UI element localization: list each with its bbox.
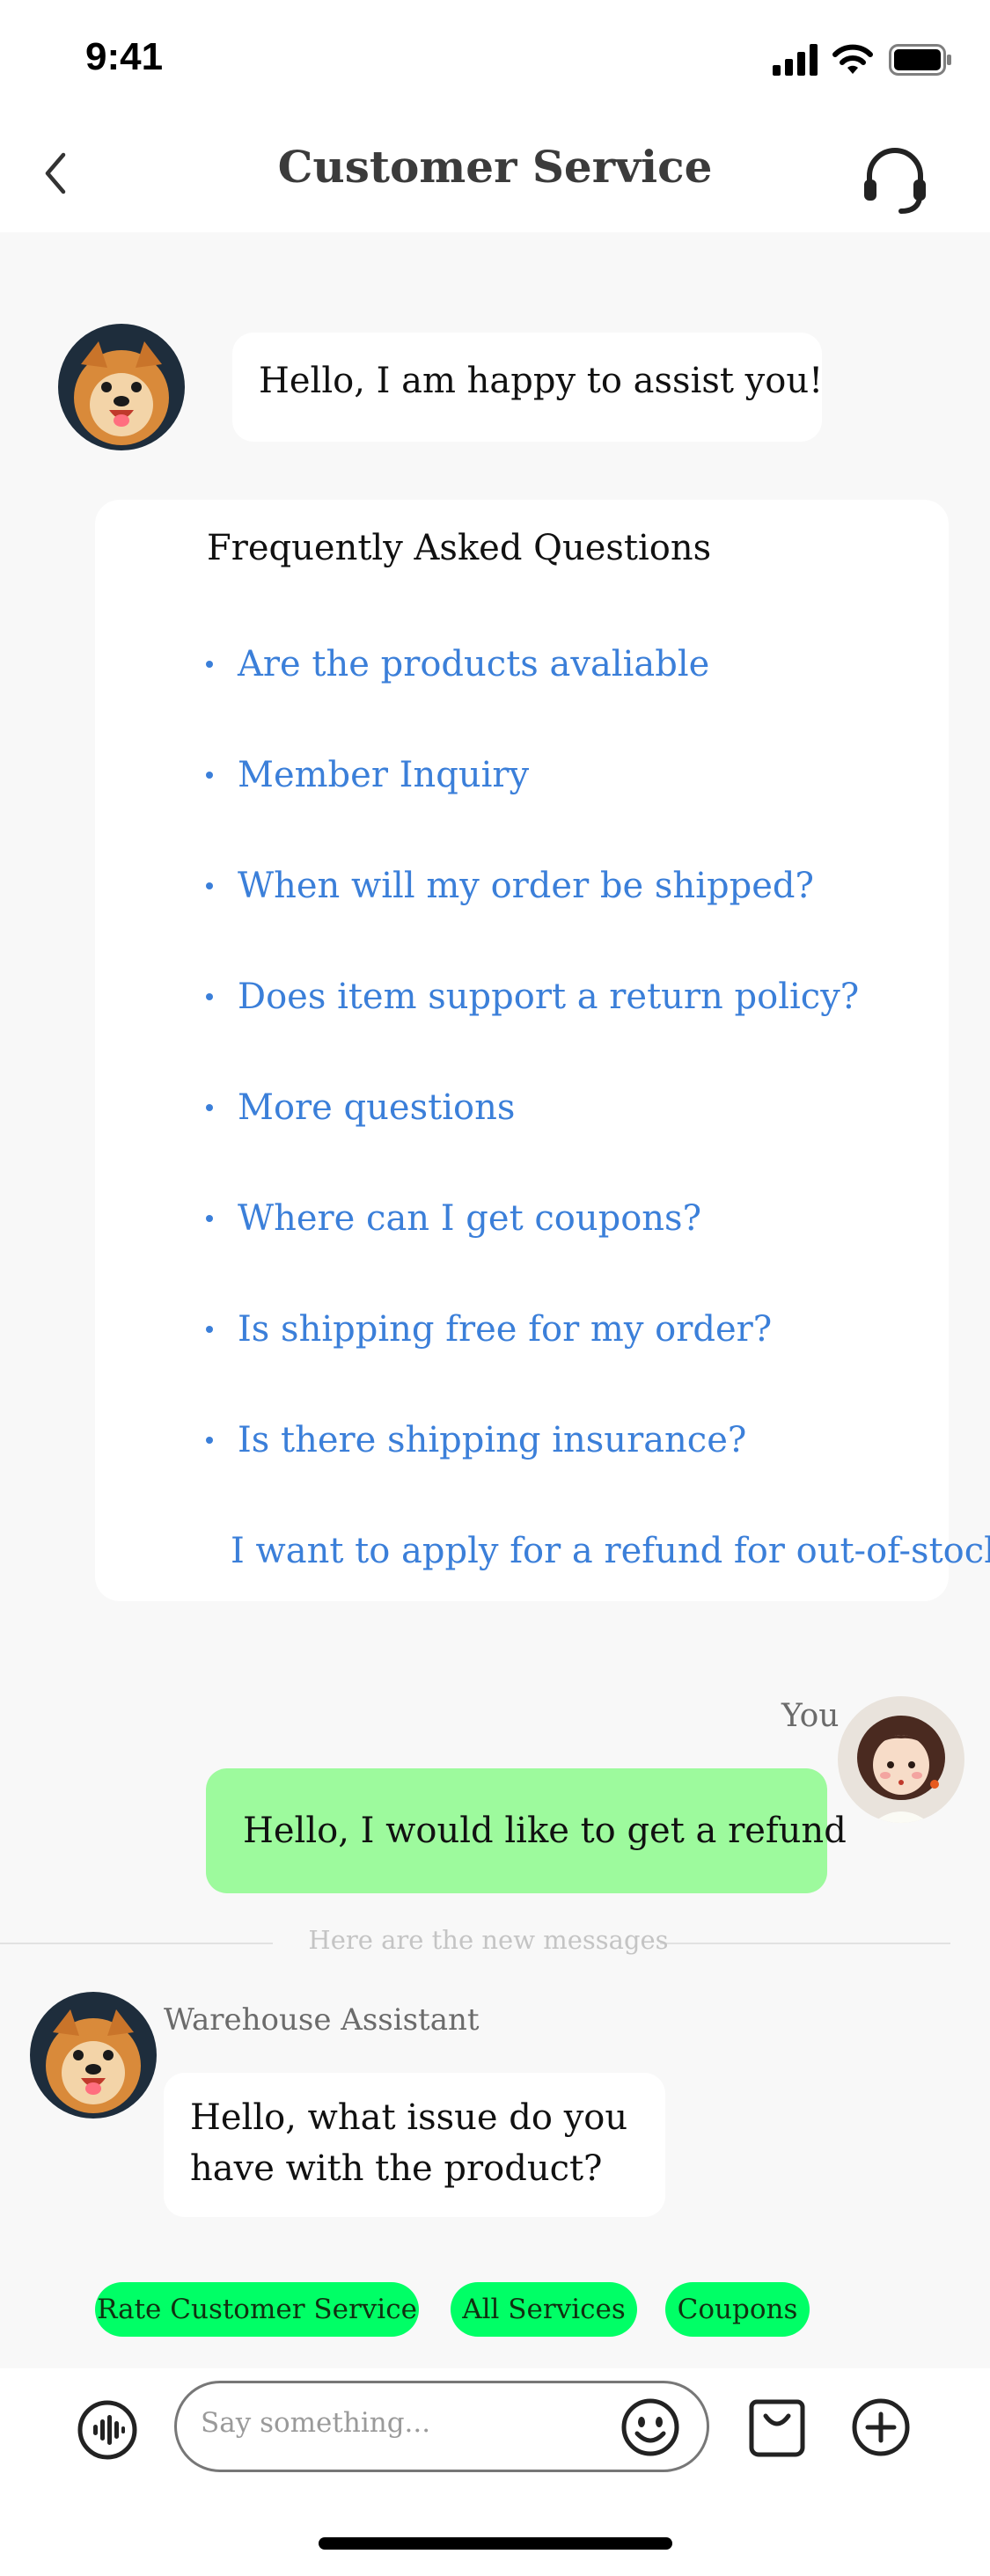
- assistant-name: Warehouse Assistant: [164, 2002, 480, 2038]
- top-bar: 9:41 Customer Service: [0, 0, 990, 232]
- home-indicator: [319, 2537, 672, 2550]
- signal-icon: [773, 44, 818, 76]
- greeting-text: Hello, I am happy to assist you!: [259, 361, 824, 401]
- faq-item[interactable]: More questions: [206, 1081, 515, 1134]
- user-message-text: Hello, I would like to get a refund: [243, 1811, 847, 1851]
- faq-item-label: Are the products avaliable: [238, 644, 710, 684]
- bullet-icon: [206, 1437, 213, 1444]
- faq-item-label: Where can I get coupons?: [238, 1198, 702, 1239]
- battery-icon: [889, 44, 951, 76]
- faq-item-label: Is there shipping insurance?: [238, 1420, 747, 1460]
- chip-coupons[interactable]: Coupons: [665, 2282, 810, 2337]
- page-title: Customer Service: [277, 141, 713, 193]
- message-input-placeholder: Say something...: [201, 2407, 431, 2439]
- faq-item[interactable]: I want to apply for a refund for out-of-…: [206, 1525, 990, 1577]
- faq-item-label: Is shipping free for my order?: [238, 1309, 773, 1350]
- bullet-icon: [206, 661, 213, 668]
- assistant-avatar: [30, 1992, 157, 2119]
- shopping-bag-icon[interactable]: [748, 2393, 806, 2458]
- plus-circle-icon[interactable]: [850, 2397, 912, 2458]
- bullet-icon: [206, 772, 213, 779]
- user-label: You: [781, 1698, 840, 1734]
- faq-item-label: I want to apply for a refund for out-of-…: [231, 1531, 990, 1571]
- status-time: 9:41: [85, 35, 164, 78]
- bullet-icon: [206, 993, 213, 1000]
- girl-avatar-image: [838, 1696, 964, 1823]
- faq-item[interactable]: Where can I get coupons?: [206, 1192, 701, 1245]
- faq-item-label: When will my order be shipped?: [238, 866, 814, 906]
- user-message-bubble: Hello, I would like to get a refund: [206, 1768, 847, 1893]
- faq-item[interactable]: Are the products avaliable: [206, 638, 709, 691]
- faq-item-label: Does item support a return policy?: [238, 977, 860, 1017]
- assistant-message-line: Hello, what issue do you: [190, 2097, 628, 2138]
- dog-avatar-image: [58, 324, 185, 450]
- wifi-icon: [832, 44, 873, 74]
- bot-avatar: [58, 324, 185, 450]
- bullet-icon: [206, 1326, 213, 1333]
- user-avatar: [838, 1696, 964, 1823]
- new-messages-divider: Here are the new messages: [308, 1925, 669, 1955]
- faq-item[interactable]: Member Inquiry: [206, 749, 529, 801]
- bullet-icon: [206, 882, 213, 889]
- greeting-bubble: Hello, I am happy to assist you!: [232, 333, 824, 442]
- faq-item[interactable]: When will my order be shipped?: [206, 860, 814, 912]
- smiley-icon[interactable]: [620, 2397, 681, 2458]
- voice-wave-icon[interactable]: [76, 2398, 139, 2462]
- headset-icon[interactable]: [859, 144, 931, 216]
- assistant-message-bubble: Hello, what issue do you have with the p…: [164, 2073, 665, 2217]
- faq-item[interactable]: Does item support a return policy?: [206, 970, 859, 1023]
- assistant-message-line: have with the product?: [190, 2148, 603, 2189]
- faq-item-label: Member Inquiry: [238, 755, 530, 795]
- chip-all-services[interactable]: All Services: [451, 2282, 637, 2337]
- faq-title: Frequently Asked Questions: [207, 528, 712, 568]
- faq-item[interactable]: Is shipping free for my order?: [206, 1303, 772, 1356]
- faq-item[interactable]: Is there shipping insurance?: [206, 1414, 746, 1467]
- bullet-icon: [206, 1104, 213, 1111]
- faq-item-label: More questions: [238, 1087, 516, 1128]
- chip-rate-customer-service[interactable]: Rate Customer Service: [95, 2282, 419, 2337]
- bullet-icon: [206, 1215, 213, 1222]
- dog-avatar-image: [30, 1992, 157, 2119]
